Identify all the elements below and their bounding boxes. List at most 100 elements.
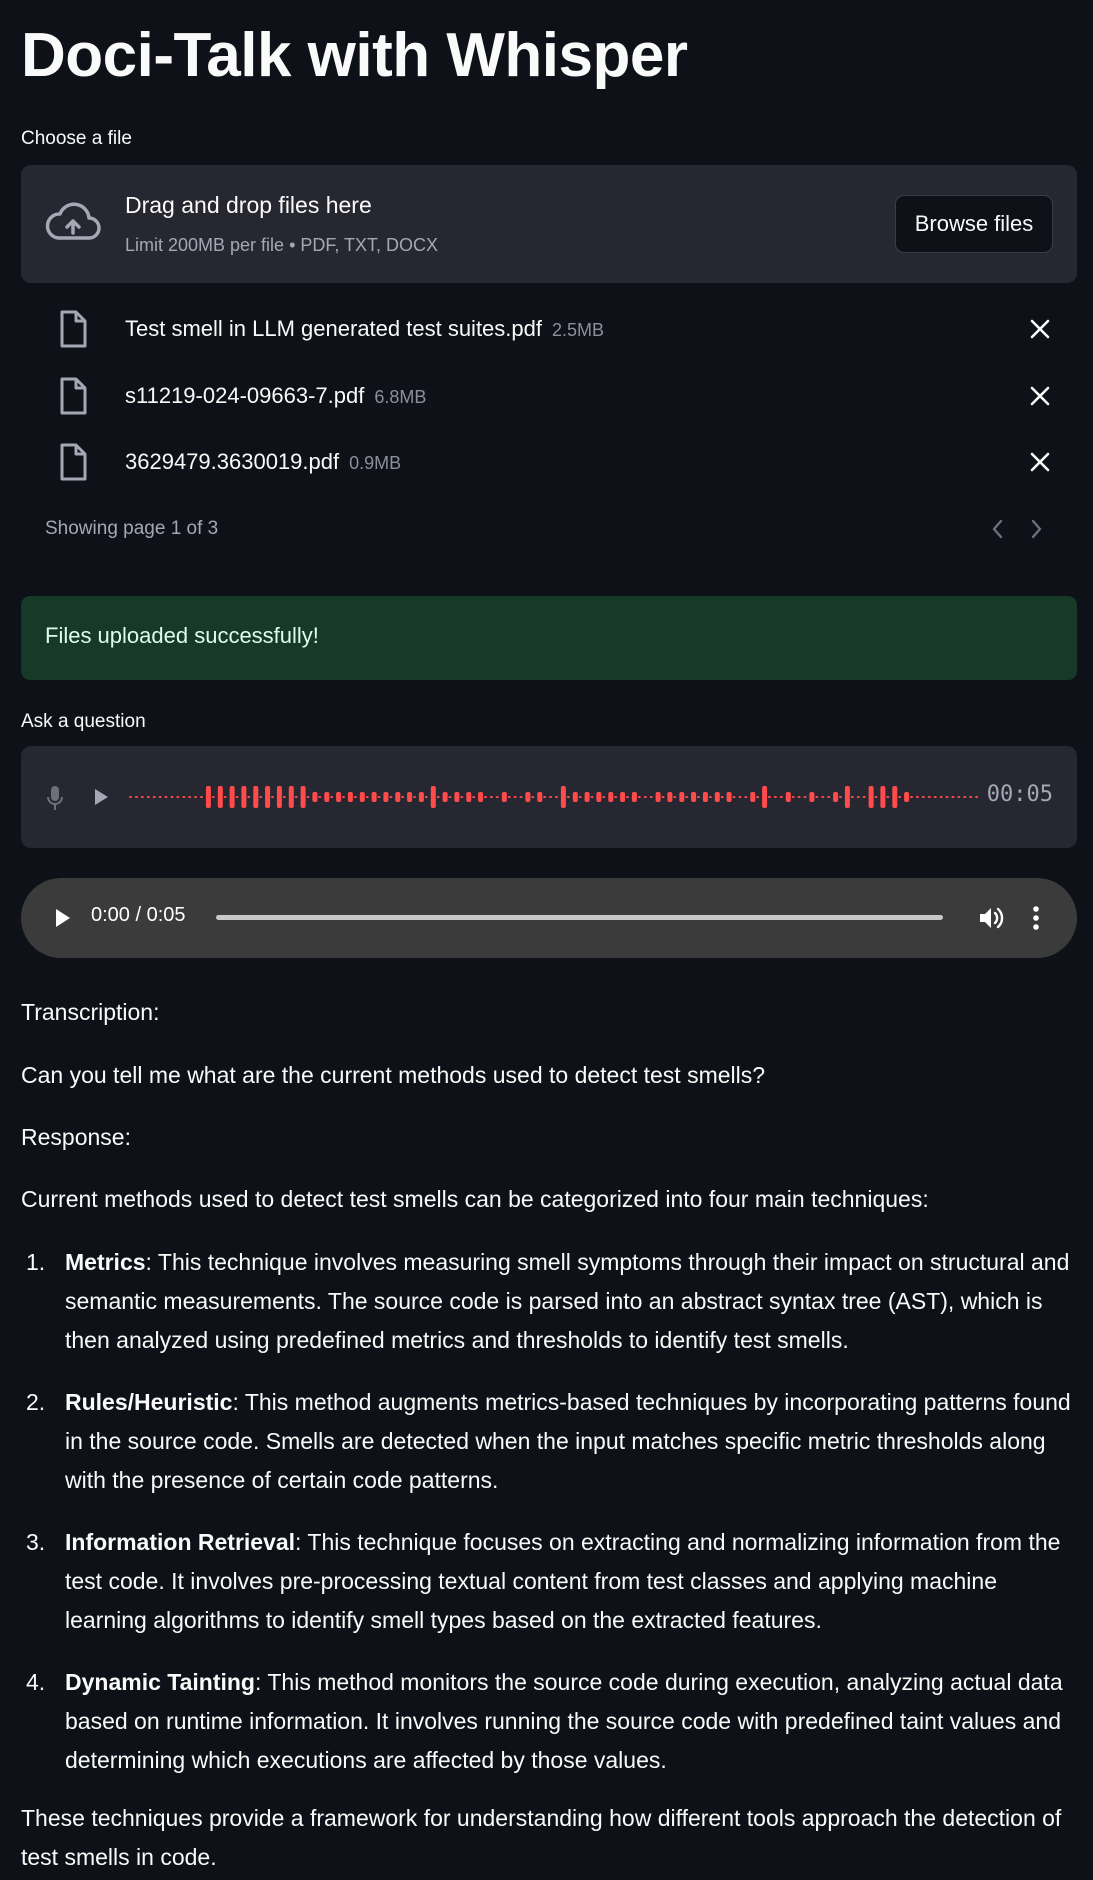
response-intro: Current methods used to detect test smel… — [21, 1186, 929, 1212]
waveform-bar — [347, 792, 353, 802]
waveform-bar — [495, 796, 499, 798]
waveform-bar — [785, 792, 791, 802]
file-dropzone[interactable]: Drag and drop files here Limit 200MB per… — [21, 165, 1077, 283]
dropzone-title: Drag and drop files here — [125, 192, 372, 218]
waveform-bar — [288, 786, 294, 808]
waveform-bar — [531, 796, 535, 798]
waveform-bar — [194, 796, 198, 798]
list-item-term: Metrics — [65, 1249, 146, 1275]
waveform-bar — [602, 796, 606, 798]
response-list: 1. Metrics: This technique involves meas… — [21, 1243, 1077, 1780]
waveform-bar — [797, 796, 801, 798]
pagination-text: Showing page 1 of 3 — [45, 518, 219, 539]
volume-icon[interactable] — [977, 905, 1005, 931]
waveform-bar — [211, 796, 215, 798]
microphone-icon[interactable] — [45, 784, 65, 812]
waveform-bar — [436, 796, 440, 798]
list-item: 2. Rules/Heuristic: This method augments… — [21, 1383, 1077, 1500]
remove-file-icon[interactable] — [1027, 383, 1053, 409]
waveform-bar — [732, 796, 736, 798]
waveform-bar — [773, 796, 777, 798]
waveform-bar — [182, 796, 186, 798]
waveform-bar — [276, 786, 282, 808]
waveform-bar — [963, 796, 967, 798]
waveform-bar — [578, 796, 582, 798]
waveform-bar — [626, 796, 629, 798]
file-icon — [60, 377, 87, 415]
waveform-bar — [484, 796, 487, 798]
file-icon — [60, 310, 87, 348]
app-page: Doci-Talk with Whisper Choose a file Dra… — [0, 0, 1093, 1880]
waveform-bar — [839, 796, 842, 798]
waveform-bar — [927, 796, 931, 798]
waveform-bar — [525, 792, 531, 802]
waveform-bar — [921, 796, 925, 798]
waveform-bar — [176, 796, 180, 798]
waveform-bar — [200, 796, 203, 798]
waveform-bar — [229, 786, 235, 808]
response-conclusion: These techniques provide a framework for… — [21, 1805, 1062, 1870]
waveform-bar — [649, 796, 653, 798]
waveform-bar — [608, 792, 614, 802]
waveform-bar — [620, 792, 626, 802]
waveform-bar — [460, 796, 464, 798]
uploaded-file-row: s11219-024-09663-7.pdf 6.8MB — [21, 371, 1077, 421]
chevron-left-icon[interactable] — [986, 516, 1010, 542]
waveform-bar — [655, 792, 661, 802]
remove-file-icon[interactable] — [1027, 449, 1053, 475]
waveform-bar — [691, 792, 697, 802]
waveform-bar — [543, 796, 547, 798]
waveform-bar — [519, 796, 523, 798]
success-alert: Files uploaded successfully! — [21, 596, 1077, 680]
waveform-bar — [898, 796, 902, 798]
list-item-number: 2. — [26, 1389, 46, 1415]
waveform-bar — [188, 796, 192, 798]
waveform-bar — [170, 796, 174, 798]
file-size: 0.9MB — [349, 453, 402, 473]
waveform-bar — [803, 796, 807, 798]
waveform-bar — [756, 796, 760, 798]
waveform-bar — [478, 792, 484, 802]
waveform-bar — [134, 796, 138, 798]
waveform-bar — [714, 792, 720, 802]
waveform-bar — [779, 796, 783, 798]
transcription-text: Can you tell me what are the current met… — [21, 1062, 766, 1088]
waveform-bar — [223, 796, 227, 798]
waveform-bar — [259, 796, 263, 798]
waveform-bar — [566, 796, 570, 798]
list-item-number: 4. — [26, 1669, 46, 1695]
play-icon[interactable] — [91, 786, 111, 808]
waveform-bar — [815, 796, 819, 798]
waveform-bar — [744, 796, 748, 798]
waveform-bar — [152, 796, 156, 798]
waveform-bar — [472, 796, 476, 798]
waveform-bar — [750, 792, 756, 802]
audio-time-display: 0:00 / 0:05 — [91, 904, 186, 926]
audio-progress-bar[interactable] — [216, 915, 943, 920]
waveform-bar — [850, 796, 854, 798]
waveform-bar — [430, 786, 436, 808]
waveform-bar — [560, 786, 566, 808]
dropzone-limit-text: Limit 200MB per file • PDF, TXT, DOCX — [125, 235, 439, 255]
file-name: s11219-024-09663-7.pdf 6.8MB — [125, 383, 427, 408]
waveform-bar — [442, 792, 448, 802]
waveform-bar — [868, 786, 874, 808]
audio-waveform — [129, 786, 979, 808]
play-icon[interactable] — [51, 906, 73, 930]
waveform-bar — [596, 792, 602, 802]
waveform-bar — [146, 796, 150, 798]
remove-file-icon[interactable] — [1027, 316, 1053, 342]
waveform-bar — [555, 796, 558, 798]
browse-files-button[interactable]: Browse files — [895, 195, 1053, 253]
waveform-bar — [265, 786, 271, 808]
list-item-term: Information Retrieval — [65, 1529, 296, 1555]
uploaded-file-row: Test smell in LLM generated test suites.… — [21, 304, 1077, 354]
uploaded-file-row: 3629479.3630019.pdf 0.9MB — [21, 437, 1077, 487]
waveform-bar — [673, 796, 677, 798]
waveform-bar — [549, 796, 553, 798]
waveform-bar — [969, 796, 973, 798]
more-options-icon[interactable] — [1032, 905, 1040, 931]
waveform-bar — [377, 796, 381, 798]
waveform-bar — [359, 792, 365, 802]
chevron-right-icon[interactable] — [1024, 516, 1048, 542]
